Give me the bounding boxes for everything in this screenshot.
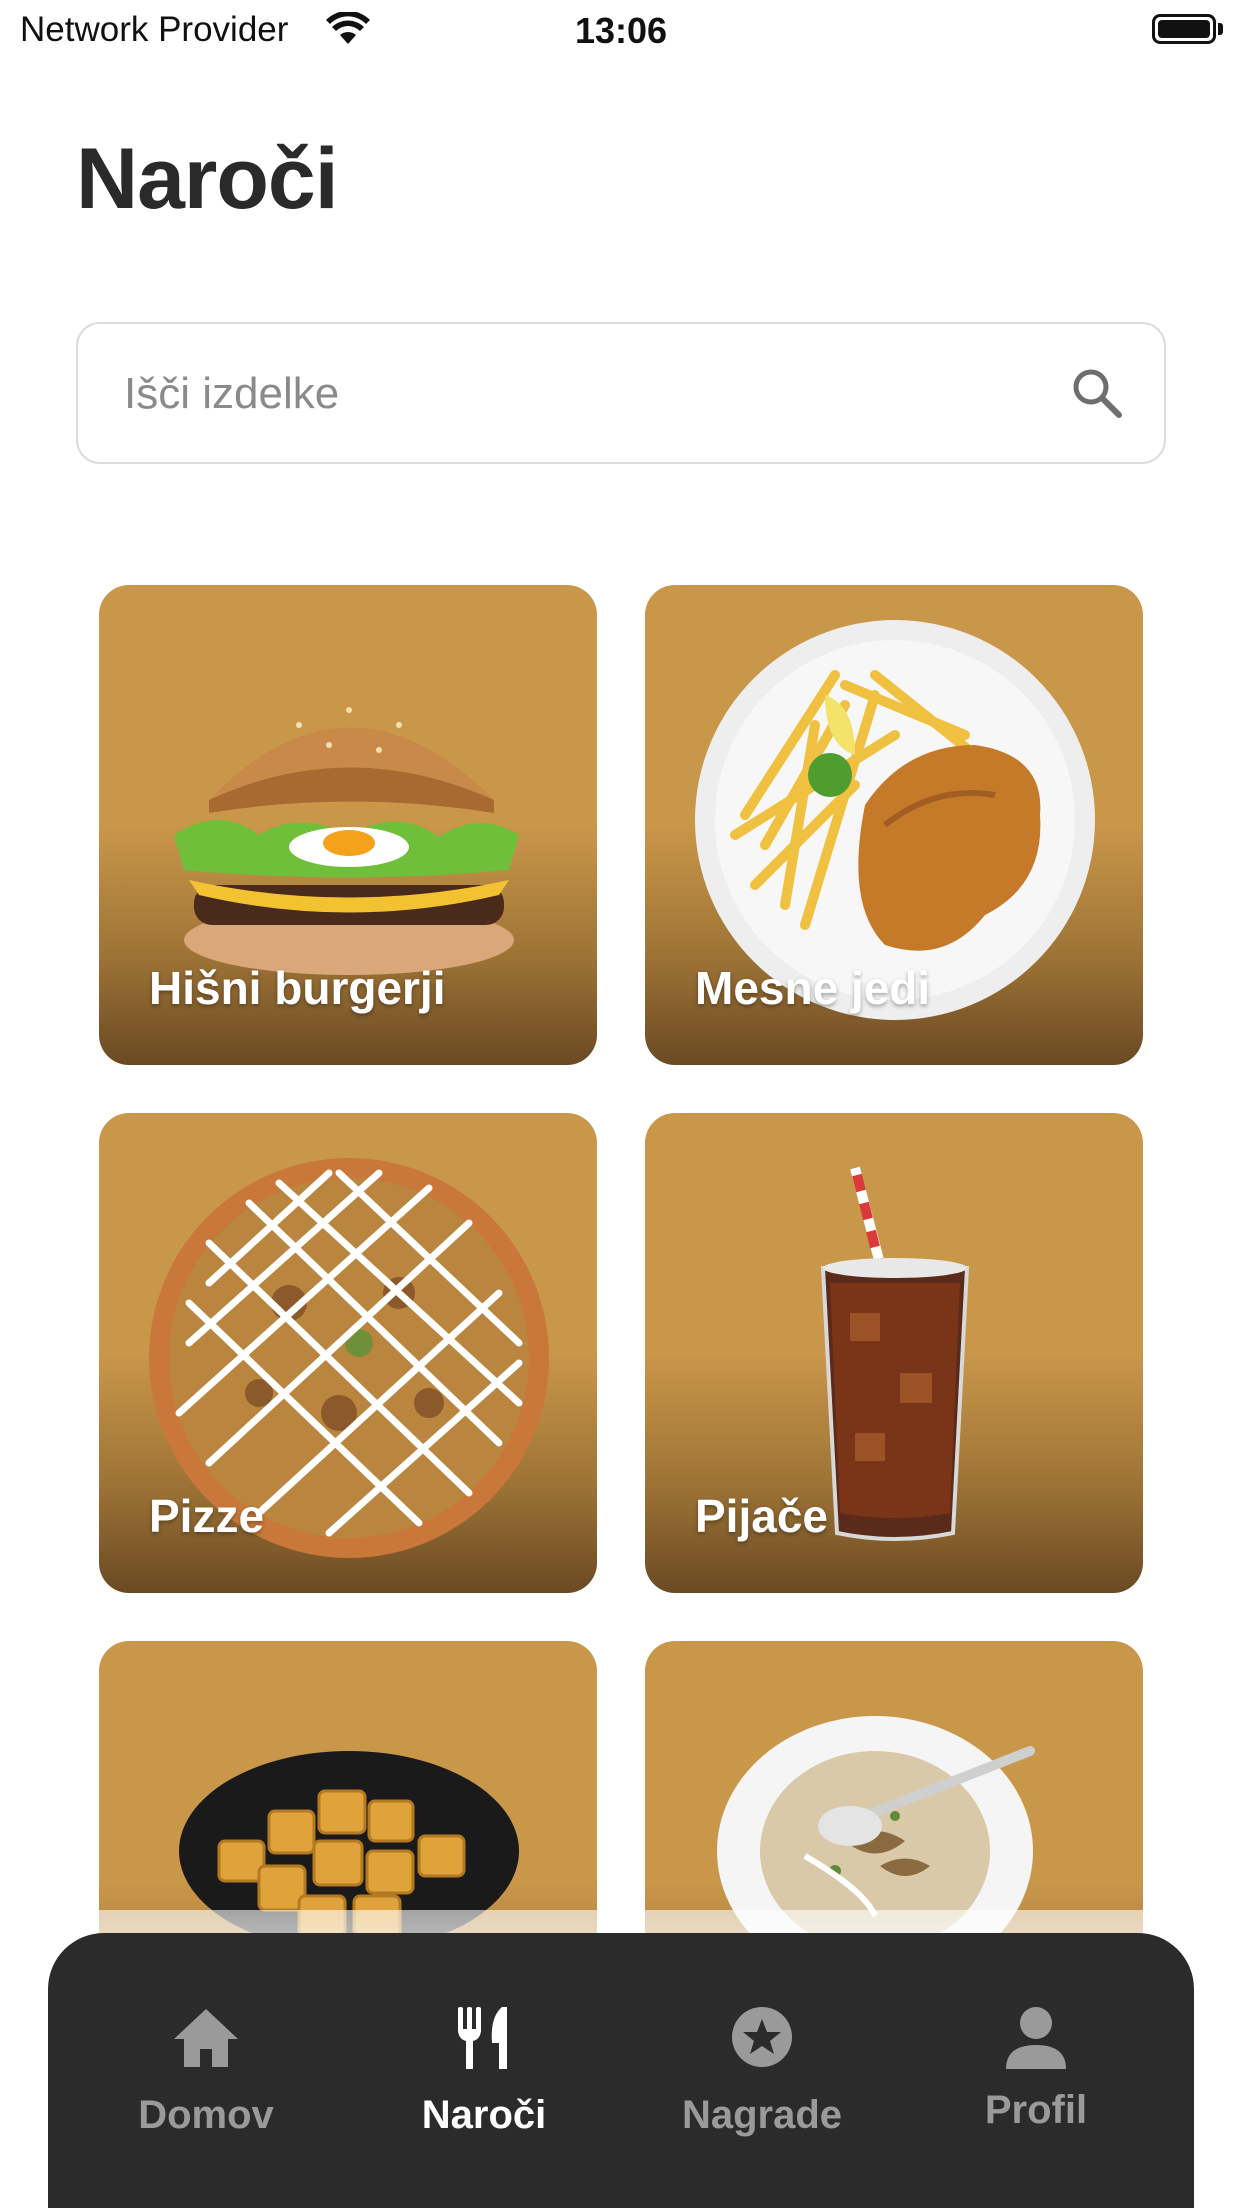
category-card-drinks[interactable]: Pijače <box>645 1113 1143 1593</box>
tab-home[interactable]: Domov <box>76 1933 336 2208</box>
battery-cap <box>1218 23 1223 35</box>
fork-knife-icon <box>458 2007 507 2069</box>
tab-label: Nagrade <box>681 2093 843 2137</box>
tab-label: Domov <box>138 2093 274 2137</box>
tab-profile[interactable]: Profil <box>906 1933 1166 2208</box>
category-label: Hišni burgerji <box>149 962 446 1014</box>
category-label: Mesne jedi <box>695 962 931 1014</box>
category-label: Pijače <box>695 1490 828 1542</box>
page-title: Naroči <box>76 131 339 227</box>
status-bar: Network Provider 13:06 <box>0 0 1242 64</box>
tab-rewards[interactable]: Nagrade <box>632 1933 892 2208</box>
tab-label: Naroči <box>421 2093 547 2137</box>
search-input[interactable] <box>122 324 1026 464</box>
category-card-burgers[interactable]: Hišni burgerji <box>99 585 597 1065</box>
category-card-meat[interactable]: Mesne jedi <box>645 585 1143 1065</box>
category-card-pizza[interactable]: Pizze <box>99 1113 597 1593</box>
person-icon <box>1006 2007 1066 2069</box>
search-bar[interactable] <box>76 322 1166 464</box>
bottom-tab-bar: Domov Naroči Nagrade Profil <box>48 1933 1194 2208</box>
star-badge-icon <box>732 2007 792 2067</box>
battery-icon <box>1152 14 1216 44</box>
clock: 13:06 <box>574 10 668 51</box>
tab-label: Profil <box>984 2088 1088 2132</box>
category-label: Pizze <box>149 1490 265 1542</box>
search-icon[interactable] <box>1068 364 1126 422</box>
tab-order[interactable]: Naroči <box>354 1933 614 2208</box>
home-icon <box>174 2009 238 2067</box>
